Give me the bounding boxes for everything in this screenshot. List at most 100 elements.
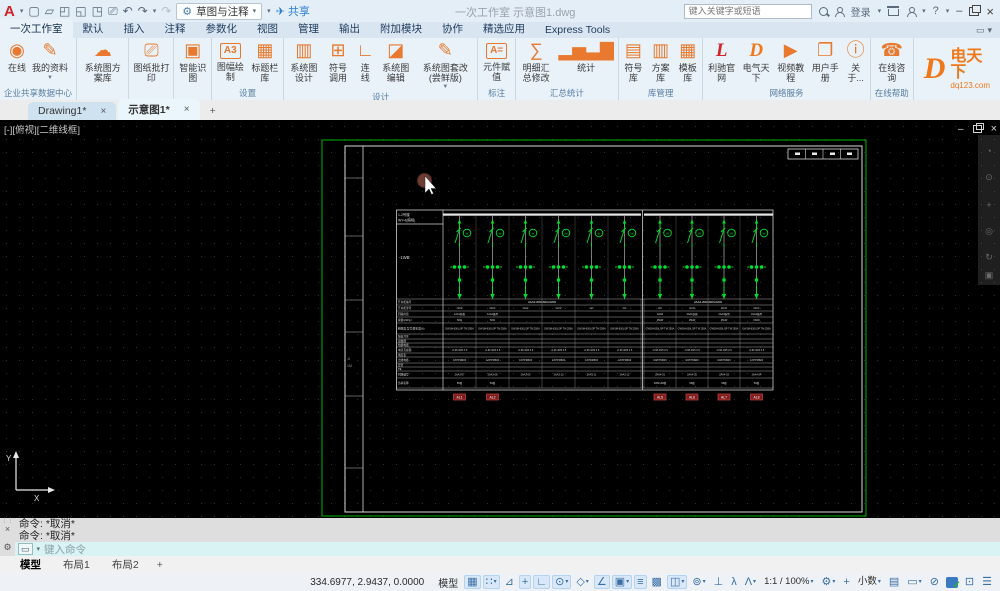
system-diagram-scheme-library-button[interactable]: ☁ 系统图方案库 ▼ (78, 38, 127, 83)
command-close-icon[interactable]: × (5, 524, 10, 534)
system-diagram-design-button[interactable]: ▥ 系统图设计 ▼ (285, 38, 322, 83)
ribbon-collapse-caret-icon[interactable]: ▾ (987, 25, 992, 36)
lock-ui-icon[interactable]: ▭▾ (904, 575, 924, 589)
附加模块[interactable]: 附加模块 (370, 19, 432, 38)
save-icon[interactable]: ◰ (59, 5, 70, 17)
snap-mode-icon[interactable]: ∷▾ (483, 575, 500, 589)
component-assign-button[interactable]: A= 元件赋值 ▼ (479, 38, 514, 82)
wire-connect-button[interactable]: ∟ 连线 ▼ (354, 38, 378, 83)
undo-icon[interactable]: ↶ (123, 5, 133, 17)
默认[interactable]: 默认 (73, 19, 114, 38)
circuit-3[interactable]: W (516, 216, 537, 299)
symbol-insert-button[interactable]: ⊞ 符号调用 ▼ (322, 38, 353, 83)
video-tutorial-button[interactable]: ▶ 视频教程 ▼ (773, 38, 808, 83)
circuit-8[interactable]: W (683, 216, 704, 299)
nav-tool-icon[interactable]: ⊙ (985, 172, 993, 182)
batch-plot-button[interactable]: ⎚ 图纸批打印 ▼ (130, 38, 172, 83)
close-button[interactable]: × (986, 4, 994, 19)
model-space-button[interactable]: 模型 (434, 574, 462, 591)
circuit-1[interactable]: W (450, 216, 471, 299)
online-button[interactable]: ◉ 在线 ▼ (5, 38, 29, 74)
workspace-selector[interactable]: ⚙ 草图与注释 ▾ (176, 3, 262, 20)
lineweight-icon[interactable]: ≡ (634, 575, 646, 589)
new-layout-button[interactable]: + (151, 558, 169, 572)
new-tab-button[interactable]: + (202, 102, 224, 120)
dynamic-input-icon[interactable]: + (519, 575, 531, 589)
signin-label[interactable]: 登录 (851, 4, 871, 19)
statistics-button[interactable]: ▂▅▃▇ 统计 ▼ (555, 38, 616, 74)
布局2[interactable]: 布局2 (102, 556, 149, 573)
command-caret-icon[interactable]: ▾ (37, 545, 41, 553)
collaborate-caret-icon[interactable]: ▾ (922, 7, 926, 15)
command-customize-icon[interactable]: ⚙ (3, 542, 11, 553)
Express Tools[interactable]: Express Tools (535, 22, 620, 38)
nav-tool-icon[interactable]: ◎ (985, 226, 993, 236)
restore-button[interactable] (969, 7, 979, 16)
help-search-input[interactable] (684, 4, 812, 19)
dynamic-ucs-icon[interactable]: ⊥ (711, 575, 727, 589)
app-logo-icon[interactable]: A (4, 4, 15, 19)
视图[interactable]: 视图 (247, 19, 288, 38)
command-input-placeholder[interactable]: 键入命令 (44, 542, 86, 557)
nav-tool-icon[interactable]: ↻ (985, 252, 993, 262)
save-as-icon[interactable]: ◱ (75, 5, 86, 17)
示意图1*[interactable]: 示意图1* × (118, 99, 199, 120)
lichi-website-button[interactable]: L 利驰官网 ▼ (704, 38, 739, 83)
circuit-4[interactable]: W (549, 216, 570, 299)
collaborate-icon[interactable] (906, 7, 915, 16)
annotation-visibility-icon[interactable]: λ (728, 575, 740, 589)
Drawing1*[interactable]: Drawing1* × (28, 102, 116, 120)
system-diagram-edit-button[interactable]: ◪ 系统图编辑 ▼ (377, 38, 414, 83)
管理[interactable]: 管理 (288, 19, 329, 38)
nav-tool-icon[interactable]: ◔ (986, 146, 991, 156)
minimize-button[interactable]: – (956, 5, 962, 17)
协作[interactable]: 协作 (432, 19, 473, 38)
open-file-icon[interactable]: ▱ (45, 5, 54, 17)
customization-icon[interactable]: ☰ (979, 575, 995, 589)
circuit-2[interactable]: W (483, 216, 504, 299)
isolate-objects-icon[interactable]: ⊘ (927, 575, 942, 589)
new-file-icon[interactable]: ▢ (28, 5, 39, 17)
smart-recognize-button[interactable]: ▣ 智能识图 ▼ (175, 38, 210, 83)
polar-tracking-icon[interactable]: ⊙▾ (552, 575, 571, 589)
import-icon[interactable]: ◳ (92, 5, 103, 17)
share-button[interactable]: ✈ 共享 (276, 3, 310, 19)
object-snap-tracking-icon[interactable]: ∠ (594, 575, 610, 589)
command-window-icon[interactable]: ▭ (18, 543, 33, 555)
close-tab-icon[interactable]: × (100, 106, 106, 117)
circuit-5[interactable]: W (582, 216, 603, 299)
参数化[interactable]: 参数化 (196, 19, 248, 38)
plot-icon[interactable]: ⎚ (108, 5, 118, 17)
my-profile-button[interactable]: ✎ 我的资料 ▼ (29, 38, 71, 81)
object-snap-icon[interactable]: ▣▾ (612, 575, 632, 589)
nav-tool-icon[interactable]: + (986, 200, 991, 210)
输出[interactable]: 输出 (329, 19, 370, 38)
ribbon-collapse-icon[interactable]: ▭ (976, 25, 985, 36)
close-tab-icon[interactable]: × (184, 104, 190, 115)
app-menu-caret-icon[interactable]: ▾ (20, 7, 24, 15)
units-button[interactable]: 小数▾ (855, 575, 884, 589)
redo-icon[interactable]: ↷ (138, 5, 148, 17)
about-button[interactable]: ⓘ 关于... ▼ (843, 38, 869, 83)
help-caret-icon[interactable]: ▾ (946, 7, 950, 15)
selection-cycling-icon[interactable]: ◫▾ (667, 575, 687, 589)
ortho-mode-icon[interactable]: ∟ (533, 575, 550, 589)
clean-screen-icon[interactable]: ⊡ (962, 575, 977, 589)
graphics-performance-icon[interactable] (946, 577, 958, 588)
cad-drawing[interactable]: -61M1-2号楼WY-4(照明)-1WBWWWWWWWWWW开关柜编号2AA3… (0, 120, 1000, 518)
detail-summary-edit-button[interactable]: ∑ 明细汇总修改 ▼ (517, 38, 556, 83)
symbol-library-button[interactable]: ▤ 符号库 ▼ (620, 38, 647, 83)
template-library-button[interactable]: ▦ 模板库 ▼ (674, 38, 701, 83)
nav-tool-icon[interactable]: ▣ (985, 270, 994, 280)
插入[interactable]: 插入 (114, 19, 155, 38)
titleblock-library-button[interactable]: ▦ 标题栏库 ▼ (248, 38, 283, 83)
sheet-frame-button[interactable]: A3 图幅绘制 ▼ (213, 38, 248, 82)
布局1[interactable]: 布局1 (53, 556, 100, 573)
qat-customize-caret-icon[interactable]: ▾ (267, 7, 271, 15)
system-diagram-remap-button[interactable]: ✎ 系统图套改 (尝鲜版) ▼ (414, 38, 476, 91)
grid-display-icon[interactable]: ▦ (464, 575, 480, 589)
help-icon[interactable]: ? (933, 5, 939, 17)
drawing-canvas[interactable]: [-][俯视][二维线框] – × -61M1-2号楼WY-4(照明)-1WBW… (0, 120, 1000, 518)
undo-caret-icon[interactable]: ▾ (153, 7, 157, 15)
online-support-button[interactable]: ☎ 在线咨询 ▼ (872, 38, 912, 83)
